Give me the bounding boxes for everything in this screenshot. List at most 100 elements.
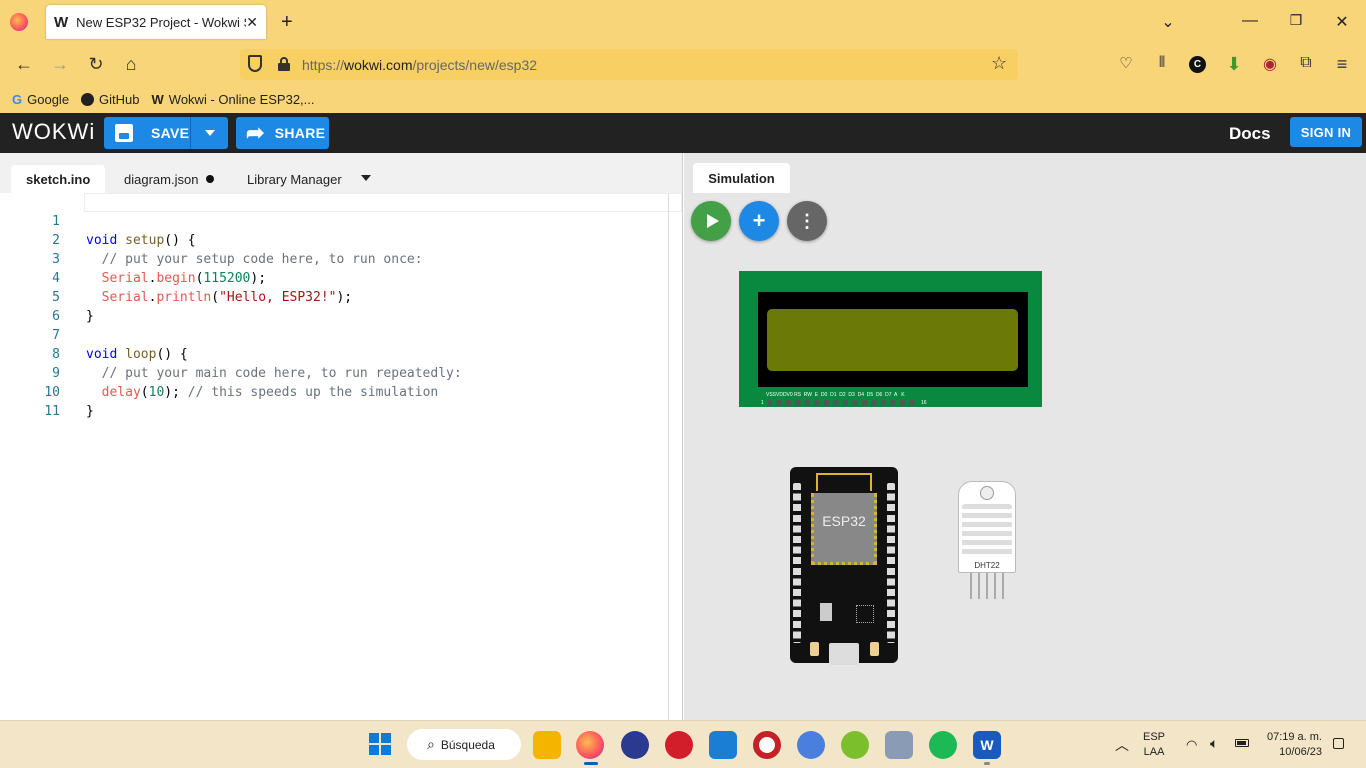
wokwi-logo[interactable]: WOKWi xyxy=(12,119,95,145)
code-line: 6 xyxy=(0,288,683,324)
url-path: /projects/new/esp32 xyxy=(412,56,538,73)
lcd-screen xyxy=(767,309,1018,371)
blue-app-icon[interactable] xyxy=(709,731,737,759)
tab-sketch-ino[interactable]: sketch.ino xyxy=(11,165,106,193)
esp32-antenna xyxy=(816,473,872,491)
spotify-icon[interactable] xyxy=(929,731,957,759)
esp32-left-pins xyxy=(793,483,801,643)
bookmark-github[interactable]: GitHub xyxy=(81,91,140,107)
bookmark-wokwi[interactable]: W Wokwi - Online ESP32,... xyxy=(152,92,315,107)
file-explorer-icon[interactable] xyxy=(533,731,561,759)
sign-in-button[interactable]: SIGN IN xyxy=(1290,117,1362,147)
tab-label: sketch.ino xyxy=(26,171,91,187)
language-indicator[interactable]: ESP LAA xyxy=(1143,730,1165,760)
esp32-label: ESP32 xyxy=(822,513,866,529)
close-icon[interactable]: ✕ xyxy=(246,14,258,31)
vpn-extension-icon[interactable]: ◉ xyxy=(1258,54,1282,74)
green-app-icon[interactable] xyxy=(841,731,869,759)
code-line: 10 } xyxy=(0,364,683,419)
firefox-menu-icon[interactable] xyxy=(10,13,28,31)
lcd1602-display[interactable]: VSSVDDV0 RS RW E D0 D1 D2 D3 D4 D5 D6 D7… xyxy=(739,271,1042,407)
wifi-icon[interactable]: ◠ xyxy=(1186,737,1197,753)
play-button[interactable] xyxy=(691,201,731,241)
line-number: 11 xyxy=(44,404,60,419)
code-editor[interactable]: 1 void setup() { 2 // put your setup cod… xyxy=(0,193,683,720)
firefox-icon[interactable] xyxy=(576,731,604,759)
bookmark-label: GitHub xyxy=(99,91,140,107)
esp32-regulator xyxy=(820,603,832,621)
battery-icon[interactable] xyxy=(1235,739,1249,747)
music-app-icon[interactable] xyxy=(665,731,693,759)
home-icon[interactable]: ⌂ xyxy=(119,54,143,75)
esp32-usb-chip xyxy=(856,605,874,623)
download-extension-icon[interactable]: ⬇ xyxy=(1222,54,1246,75)
headphones-app-icon[interactable] xyxy=(621,731,649,759)
word-icon[interactable]: W xyxy=(973,731,1001,759)
search-icon: ⌕ xyxy=(427,736,435,752)
reload-icon[interactable]: ↻ xyxy=(84,54,108,75)
esp32-boot-button[interactable] xyxy=(810,642,819,656)
new-tab-icon[interactable]: + xyxy=(281,11,293,34)
dht22-hole xyxy=(980,486,994,500)
dht22-grille xyxy=(962,504,1012,558)
tab-library-manager[interactable]: Library Manager xyxy=(233,165,356,193)
more-vertical-icon: ⋮ xyxy=(798,210,816,231)
back-icon[interactable]: ← xyxy=(12,54,36,75)
volume-icon[interactable]: 🔈︎ xyxy=(1210,735,1218,752)
windows-start-icon[interactable] xyxy=(369,733,391,755)
wokwi-favicon-icon: W xyxy=(54,13,69,31)
esp32-right-pins xyxy=(887,483,895,643)
bookmarks-bar: G Google GitHub W Wokwi - Online ESP32,.… xyxy=(0,85,1366,113)
record-app-icon[interactable] xyxy=(753,731,781,759)
code-line: 7 void loop() { xyxy=(0,307,683,362)
notification-icon[interactable] xyxy=(1333,738,1344,749)
url-prefix: https:// xyxy=(302,56,345,73)
lcd-pin-row xyxy=(767,400,919,406)
cloud-app-icon[interactable] xyxy=(797,731,825,759)
word-running-indicator xyxy=(984,762,990,765)
wokwi-icon: W xyxy=(151,91,164,107)
extension-c-icon[interactable]: C xyxy=(1189,56,1206,73)
url-bar[interactable]: https://wokwi.com/projects/new/esp32 xyxy=(240,49,1018,80)
save-dropdown-arrow[interactable] xyxy=(190,117,228,149)
dht22-sensor[interactable]: DHT22 xyxy=(958,481,1016,573)
shield-icon[interactable] xyxy=(248,55,262,72)
close-window-icon[interactable]: ✕ xyxy=(1332,12,1352,32)
code-line: 4 Serial.println("Hello, ESP32!"); xyxy=(0,250,683,305)
browser-tab[interactable]: W New ESP32 Project - Wokwi Sim ✕ xyxy=(46,5,266,39)
esp32-devkit-board[interactable]: ESP32 xyxy=(790,467,898,665)
extensions-puzzle-icon[interactable]: ⧉ xyxy=(1294,54,1318,72)
share-button[interactable]: ➦ SHARE xyxy=(236,117,329,149)
save-button[interactable]: SAVE xyxy=(104,117,228,149)
tab-title: New ESP32 Project - Wokwi Sim xyxy=(76,14,246,30)
editor-scrollbar[interactable] xyxy=(668,193,669,720)
tab-simulation[interactable]: Simulation xyxy=(693,163,790,193)
library-icon[interactable]: ⫴ xyxy=(1150,54,1174,71)
tab-label: diagram.json xyxy=(124,171,199,187)
clock[interactable]: 07:19 a. m. 10/06/23 xyxy=(1262,730,1322,760)
list-tabs-chevron-icon[interactable]: ⌄ xyxy=(1158,12,1178,32)
gallery-app-icon[interactable] xyxy=(885,731,913,759)
taskbar-search[interactable]: ⌕ Búsqueda xyxy=(407,729,521,760)
restore-icon[interactable]: ❐ xyxy=(1286,12,1306,29)
github-icon xyxy=(81,92,95,106)
lock-icon[interactable] xyxy=(278,57,290,71)
dht22-pins xyxy=(970,573,1004,599)
forward-icon[interactable]: → xyxy=(48,54,72,75)
star-bookmark-icon[interactable]: ☆ xyxy=(991,53,1007,74)
simulation-pane[interactable] xyxy=(684,153,1366,720)
share-arrow-icon: ➦ xyxy=(246,120,265,145)
pocket-icon[interactable]: ♡ xyxy=(1114,54,1138,72)
show-hidden-icons-chevron-icon[interactable]: ︿ xyxy=(1115,735,1129,755)
tab-diagram-json[interactable]: diagram.json xyxy=(110,165,228,193)
esp32-en-button[interactable] xyxy=(870,642,879,656)
minimize-icon[interactable]: — xyxy=(1240,12,1260,30)
bookmark-google[interactable]: G Google xyxy=(12,92,69,107)
code-line: 9 delay(10); // this speeds up the simul… xyxy=(0,345,683,400)
add-part-button[interactable]: + xyxy=(739,201,779,241)
more-options-button[interactable]: ⋮ xyxy=(787,201,827,241)
hamburger-menu-icon[interactable]: ≡ xyxy=(1330,54,1354,75)
docs-link[interactable]: Docs xyxy=(1229,124,1271,144)
lcd-pin-first: 1 xyxy=(761,400,764,406)
tabs-dropdown-caret-icon[interactable] xyxy=(361,175,371,181)
